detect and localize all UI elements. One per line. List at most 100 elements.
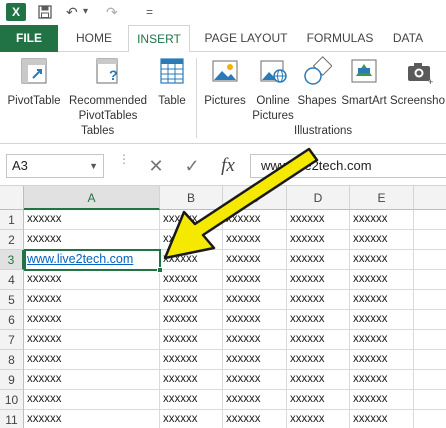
cell-partial-2[interactable] [414,230,446,250]
cell-d1[interactable]: xxxxxx [287,210,350,230]
cell-a2[interactable]: xxxxxx [24,230,160,250]
cell-e2[interactable]: xxxxxx [350,230,414,250]
row-header-3[interactable]: 3 [0,250,24,270]
row-header-10[interactable]: 10 [0,390,24,410]
column-header-a[interactable]: A [24,186,160,210]
formula-input[interactable]: www.live2tech.com [250,154,446,178]
row-header-1[interactable]: 1 [0,210,24,230]
cell-c10[interactable]: xxxxxx [223,390,287,410]
row-header-4[interactable]: 4 [0,270,24,290]
column-header-e[interactable]: E [350,186,414,210]
cell-c7[interactable]: xxxxxx [223,330,287,350]
cell-d3[interactable]: xxxxxx [287,250,350,270]
customize-qat-icon[interactable]: = [146,3,156,21]
name-box[interactable]: A3 ▼ [6,154,104,178]
fill-handle[interactable] [157,267,163,273]
cell-a10[interactable]: xxxxxx [24,390,160,410]
column-header-next[interactable] [414,186,446,210]
cell-b3[interactable]: xxxxxx [160,250,223,270]
cell-e5[interactable]: xxxxxx [350,290,414,310]
pivottable-button[interactable]: PivotTable [4,56,64,109]
cell-partial-1[interactable] [414,210,446,230]
cell-e8[interactable]: xxxxxx [350,350,414,370]
cell-a11[interactable]: xxxxxx [24,410,160,428]
cell-e1[interactable]: xxxxxx [350,210,414,230]
cell-d9[interactable]: xxxxxx [287,370,350,390]
shapes-button[interactable]: Shapes [296,56,338,109]
cell-partial-8[interactable] [414,350,446,370]
cell-c11[interactable]: xxxxxx [223,410,287,428]
cell-d7[interactable]: xxxxxx [287,330,350,350]
row-header-9[interactable]: 9 [0,370,24,390]
cell-c2[interactable]: xxxxxx [223,230,287,250]
tab-page-layout[interactable]: PAGE LAYOUT [198,25,294,52]
cell-e11[interactable]: xxxxxx [350,410,414,428]
cell-d6[interactable]: xxxxxx [287,310,350,330]
cancel-icon[interactable]: ✕ [144,154,168,178]
cell-partial-5[interactable] [414,290,446,310]
cell-e10[interactable]: xxxxxx [350,390,414,410]
splitter-handle[interactable]: ⋮ [118,153,130,176]
cell-e7[interactable]: xxxxxx [350,330,414,350]
smartart-button[interactable]: SmartArt [338,56,390,109]
tab-data[interactable]: DATA [386,25,430,52]
cell-a8[interactable]: xxxxxx [24,350,160,370]
column-header-d[interactable]: D [287,186,350,210]
cell-b7[interactable]: xxxxxx [160,330,223,350]
cell-b11[interactable]: xxxxxx [160,410,223,428]
row-header-2[interactable]: 2 [0,230,24,250]
cell-b6[interactable]: xxxxxx [160,310,223,330]
cell-b9[interactable]: xxxxxx [160,370,223,390]
redo-icon[interactable]: ↷ [106,3,120,21]
row-header-8[interactable]: 8 [0,350,24,370]
cell-e3[interactable]: xxxxxx [350,250,414,270]
cell-d8[interactable]: xxxxxx [287,350,350,370]
insert-function-button[interactable]: fx [216,154,240,178]
enter-icon[interactable]: ✓ [180,154,204,178]
cell-a1[interactable]: xxxxxx [24,210,160,230]
tab-insert[interactable]: INSERT [128,25,190,53]
cell-c6[interactable]: xxxxxx [223,310,287,330]
column-header-b[interactable]: B [160,186,223,210]
cell-partial-4[interactable] [414,270,446,290]
cell-c9[interactable]: xxxxxx [223,370,287,390]
row-header-6[interactable]: 6 [0,310,24,330]
save-icon[interactable] [38,3,54,21]
undo-dropdown-icon[interactable]: ▾ [83,3,93,21]
table-button[interactable]: Table [152,56,192,109]
cell-partial-11[interactable] [414,410,446,428]
row-header-11[interactable]: 11 [0,410,24,428]
column-header-c[interactable]: C [223,186,287,210]
cell-b1[interactable]: xxxxxx [160,210,223,230]
cell-e4[interactable]: xxxxxx [350,270,414,290]
cell-e6[interactable]: xxxxxx [350,310,414,330]
cell-partial-3[interactable] [414,250,446,270]
tab-home[interactable]: HOME [66,25,122,52]
tab-formulas[interactable]: FORMULAS [302,25,378,52]
cell-a7[interactable]: xxxxxx [24,330,160,350]
cell-d2[interactable]: xxxxxx [287,230,350,250]
cell-d11[interactable]: xxxxxx [287,410,350,428]
cell-b2[interactable]: xxxxxx [160,230,223,250]
cell-partial-9[interactable] [414,370,446,390]
hyperlink-cell-a3[interactable]: www.live2tech.com [24,250,160,270]
cell-a9[interactable]: xxxxxx [24,370,160,390]
cell-d5[interactable]: xxxxxx [287,290,350,310]
cell-partial-10[interactable] [414,390,446,410]
cell-e9[interactable]: xxxxxx [350,370,414,390]
cell-a5[interactable]: xxxxxx [24,290,160,310]
cell-c4[interactable]: xxxxxx [223,270,287,290]
screenshot-button[interactable]: + Screensho [390,56,446,109]
cell-c5[interactable]: xxxxxx [223,290,287,310]
tab-file[interactable]: FILE [0,25,58,52]
cell-c3[interactable]: xxxxxx [223,250,287,270]
cell-a4[interactable]: xxxxxx [24,270,160,290]
cell-c8[interactable]: xxxxxx [223,350,287,370]
row-header-5[interactable]: 5 [0,290,24,310]
cell-d4[interactable]: xxxxxx [287,270,350,290]
online-pictures-button[interactable]: Online Pictures [248,56,298,124]
chevron-down-icon[interactable]: ▼ [89,155,98,177]
undo-icon[interactable]: ↶ [66,3,80,21]
cell-b4[interactable]: xxxxxx [160,270,223,290]
recommended-pivottables-button[interactable]: ? Recommended PivotTables [66,56,150,124]
